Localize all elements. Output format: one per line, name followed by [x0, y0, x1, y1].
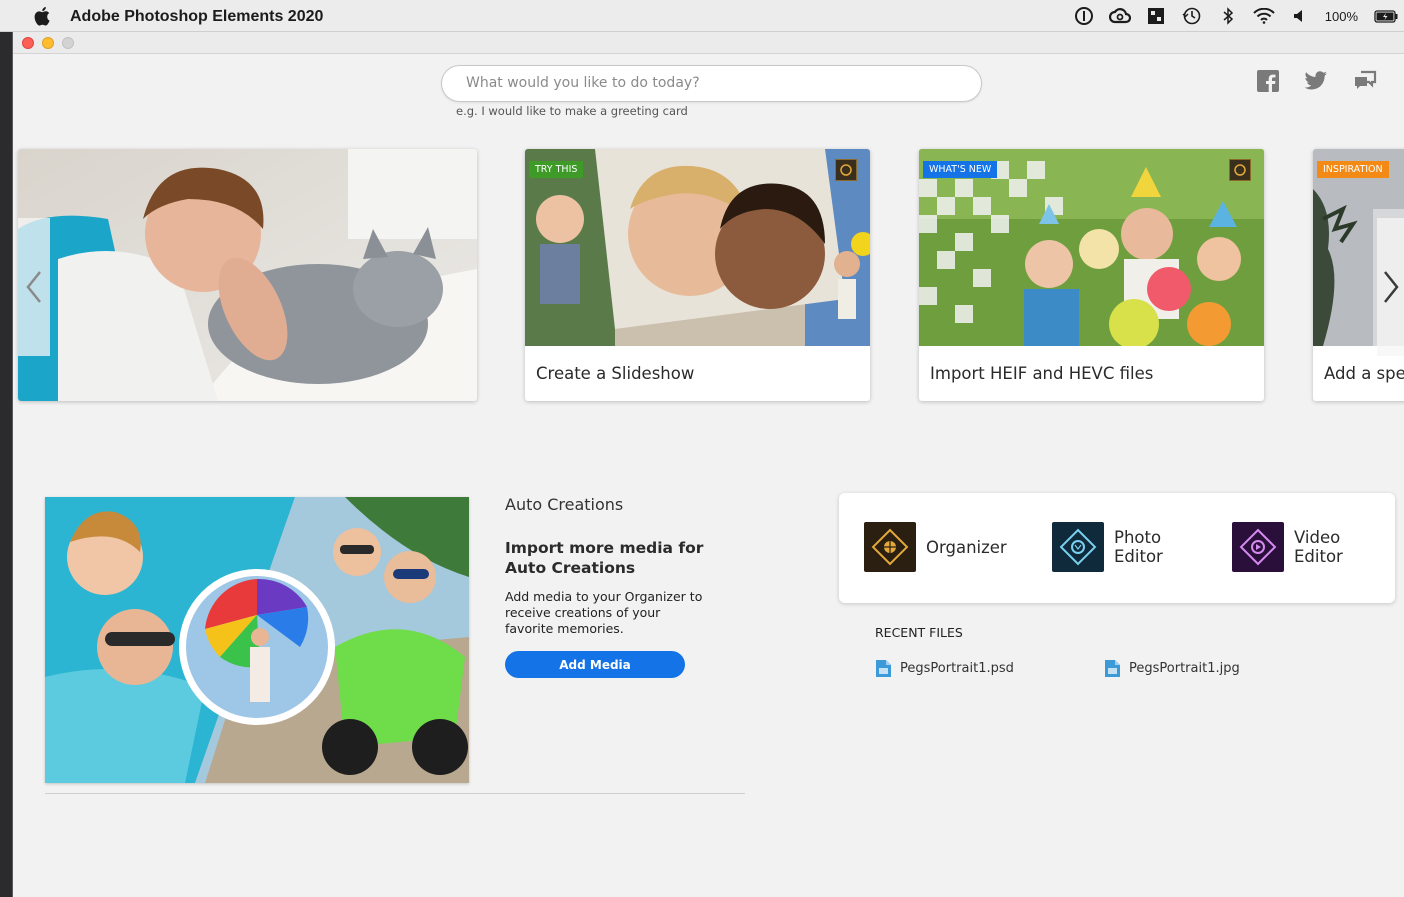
organizer-icon — [864, 522, 916, 572]
card-title: Create a Slideshow — [536, 364, 695, 383]
recent-file-name: PegsPortrait1.jpg — [1129, 661, 1240, 676]
organizer-mark-icon — [1229, 159, 1251, 181]
organizer-mark-icon — [835, 159, 857, 181]
photo-editor-label-line1: Photo — [1114, 528, 1162, 547]
wifi-icon[interactable] — [1253, 5, 1275, 27]
carousel-next-button[interactable] — [1377, 218, 1404, 356]
feedback-icon[interactable] — [1352, 68, 1378, 94]
carousel-prev-button[interactable] — [18, 218, 50, 356]
organizer-label: Organizer — [926, 537, 1007, 557]
creative-cloud-icon[interactable] — [1108, 5, 1131, 27]
onepassword-icon[interactable] — [1073, 5, 1095, 27]
card-title: Import HEIF and HEVC files — [930, 364, 1154, 383]
app-launcher: Organizer Photo Editor Video Editor — [839, 493, 1395, 603]
organizer-launch[interactable]: Organizer — [864, 522, 1007, 572]
nvidia-icon[interactable] — [1145, 5, 1167, 27]
whats-new-badge: WHAT'S NEW — [923, 161, 998, 178]
search-input[interactable] — [466, 75, 956, 91]
section-divider — [45, 793, 745, 794]
facebook-icon[interactable] — [1255, 68, 1281, 94]
boy-with-cat-photo — [18, 149, 477, 401]
auto-creations-description: Add media to your Organizer to receive c… — [505, 589, 703, 636]
carousel-card-heif[interactable]: WHAT'S NEW Import HEIF and HEVC files — [919, 149, 1264, 401]
window-titlebar[interactable] — [13, 32, 1404, 54]
family-collage-photo — [45, 497, 469, 783]
battery-icon[interactable] — [1374, 5, 1398, 27]
recent-file-item[interactable]: PegsPortrait1.psd — [875, 659, 1014, 678]
volume-icon[interactable] — [1289, 5, 1311, 27]
app-menu-title[interactable]: Adobe Photoshop Elements 2020 — [70, 8, 323, 26]
twitter-icon[interactable] — [1303, 68, 1329, 94]
photo-editor-launch[interactable]: Photo Editor — [1052, 522, 1163, 572]
recent-files-heading: RECENT FILES — [875, 625, 963, 640]
time-machine-icon[interactable] — [1181, 5, 1203, 27]
app-window: e.g. I would like to make a greeting car… — [12, 32, 1404, 897]
video-editor-launch[interactable]: Video Editor — [1232, 522, 1343, 572]
video-editor-icon — [1232, 522, 1284, 572]
jpg-file-icon — [1105, 660, 1120, 677]
video-editor-label-line1: Video — [1294, 528, 1341, 547]
minimize-button[interactable] — [42, 37, 54, 49]
recent-file-name: PegsPortrait1.psd — [900, 661, 1014, 676]
add-media-button[interactable]: Add Media — [505, 651, 685, 678]
slideshow-kids-photo — [525, 149, 870, 346]
psd-file-icon — [876, 660, 891, 677]
carousel-card-inspiration[interactable]: INSPIRATION Add a spe — [1313, 149, 1404, 401]
status-tray: 100% — [1073, 5, 1398, 27]
close-button[interactable] — [22, 37, 34, 49]
auto-creations-heading: Auto Creations — [505, 495, 624, 514]
carousel-card-slideshow[interactable]: TRY THIS Create a Slideshow — [525, 149, 870, 401]
menu-bar: Adobe Photoshop Elements 2020 100% — [0, 0, 1404, 32]
party-kids-photo — [919, 149, 1264, 346]
auto-creations-collage — [45, 497, 469, 783]
search-box[interactable] — [441, 65, 982, 102]
card-title: Add a spe — [1324, 364, 1404, 383]
auto-creations-title: Import more media for Auto Creations — [505, 539, 704, 577]
photo-editor-label-line2: Editor — [1114, 547, 1163, 566]
apple-icon[interactable] — [34, 6, 50, 26]
recent-file-item[interactable]: PegsPortrait1.jpg — [1104, 659, 1240, 678]
fullscreen-button[interactable] — [62, 37, 74, 49]
search-hint: e.g. I would like to make a greeting car… — [456, 104, 688, 118]
inspiration-badge: INSPIRATION — [1317, 161, 1389, 178]
try-this-badge: TRY THIS — [529, 161, 584, 178]
video-editor-label-line2: Editor — [1294, 547, 1343, 566]
carousel-card-boy-cat[interactable] — [18, 149, 477, 401]
bluetooth-icon[interactable] — [1217, 5, 1239, 27]
photo-editor-icon — [1052, 522, 1104, 572]
battery-percent: 100% — [1324, 8, 1358, 24]
